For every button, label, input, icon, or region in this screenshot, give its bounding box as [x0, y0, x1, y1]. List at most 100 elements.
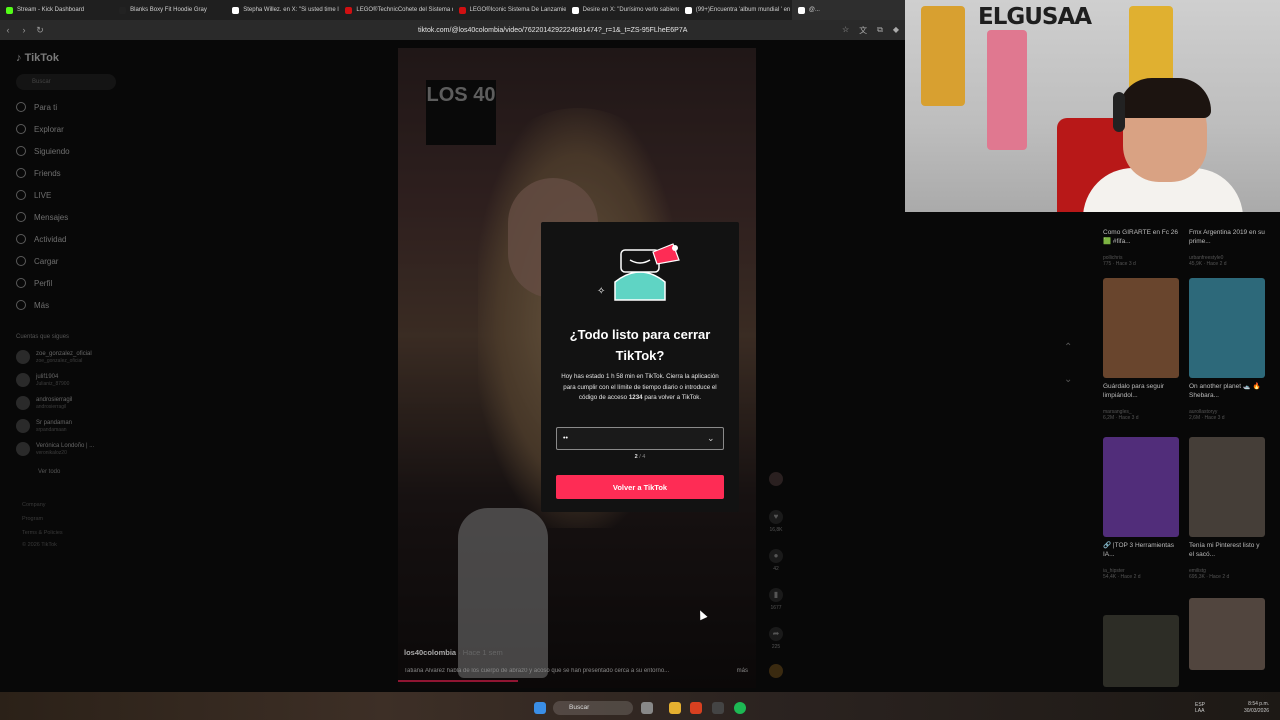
back-to-tiktok-button[interactable]: Volver a TikTok	[556, 475, 724, 499]
bookmark-action[interactable]: ▮ 1677	[766, 588, 786, 611]
shield-icon[interactable]: ◆	[893, 25, 899, 36]
scroll-up-icon[interactable]: ⌃	[1064, 342, 1072, 353]
forward-icon[interactable]: ›	[16, 25, 32, 35]
recommended-video[interactable]: Como GIRARTE en Fc 26 🟩 #fifa... pollichr…	[1103, 224, 1179, 267]
heart-action[interactable]: ♥ 16,8K	[766, 510, 786, 533]
sidebar-item-siguiendo[interactable]: Siguiendo	[16, 146, 70, 156]
video-author-name[interactable]: los40colombia	[404, 648, 456, 657]
brave-icon[interactable]	[690, 702, 702, 714]
taskbar-app-icon[interactable]	[641, 702, 653, 714]
sidebar-item-live[interactable]: LIVE	[16, 190, 51, 200]
share-action[interactable]: ➦ 225	[766, 627, 786, 650]
modal-body: Hoy has estado 1 h 58 min en TikTok. Cie…	[555, 372, 725, 404]
browser-tab[interactable]: Blanks Boxy Fit Hoodie Gray	[113, 0, 226, 20]
recommended-video[interactable]: 🔗 |TOP 3 Herramientas IA... ia_hipster 54,…	[1103, 437, 1179, 580]
browser-tab[interactable]: Stepha Willez. en X: "Si usted time la	[226, 0, 339, 20]
video-thumbnail[interactable]	[1189, 437, 1265, 537]
windows-start-icon[interactable]	[534, 702, 546, 714]
access-code-input[interactable]	[556, 427, 724, 450]
obs-icon[interactable]	[712, 702, 724, 714]
taskbar-language[interactable]: ESP LAA	[1195, 702, 1205, 714]
followed-account[interactable]: zoe_gonzalez_oficial zoe_gonzalez_oficial	[16, 350, 92, 364]
logo-text: TikTok	[24, 52, 59, 64]
sidebar-item-explorar[interactable]: Explorar	[16, 124, 64, 134]
tab-favicon-icon	[684, 6, 692, 14]
footer-link[interactable]: Company	[22, 502, 46, 508]
following-title: Cuentas que sigues	[16, 334, 70, 340]
folder-icon[interactable]	[669, 702, 681, 714]
browser-tab[interactable]: LEGO®TechnicCohete del Sistema d	[339, 0, 453, 20]
poster-left	[921, 6, 965, 106]
recommended-title[interactable]: Como GIRARTE en Fc 26 🟩 #fifa...	[1103, 228, 1179, 255]
scroll-down-icon[interactable]: ⌄	[1064, 374, 1072, 385]
time-limit-modal: ✧ ¿Todo listo para cerrar TikTok? Hoy ha…	[541, 222, 739, 512]
heart-icon[interactable]: ♥	[769, 510, 783, 524]
recommended-meta: 45,9K · Hace 2 d	[1189, 261, 1227, 267]
browser-tab[interactable]: LEGO®Iconic Sistema De Lanzamien	[453, 0, 566, 20]
video-thumbnail[interactable]	[1103, 278, 1179, 378]
video-progress[interactable]	[398, 680, 518, 682]
sidebar-item-label: Cargar	[34, 256, 59, 266]
video-author[interactable]: los40colombia · Hace 1 sem	[404, 648, 503, 657]
sidebar-item-friends[interactable]: Friends	[16, 168, 61, 178]
recommended-title[interactable]: Guárdalo para seguir limpiándol...	[1103, 382, 1179, 409]
taskbar-clock[interactable]: 8:54 p.m. 30/03/2026	[1244, 701, 1269, 715]
bookmark-star-icon[interactable]: ☆	[842, 25, 849, 36]
reload-icon[interactable]: ↻	[32, 25, 48, 36]
translate-icon[interactable]: 文	[859, 25, 867, 36]
extensions-icon[interactable]: ⧉	[877, 25, 883, 36]
sidebar-item-mensajes[interactable]: Mensajes	[16, 212, 68, 222]
sidebar-item-actividad[interactable]: Actividad	[16, 234, 66, 244]
browser-tab[interactable]: Desire en X: "Durísimo verlo sabiend	[566, 0, 679, 20]
recommended-title[interactable]: Fmx Argentina 2019 en su prime...	[1189, 228, 1265, 255]
recommended-title[interactable]: Tenía mi Pinterest listo y el sacó...	[1189, 541, 1265, 568]
recommended-title[interactable]: On another planet 🛥️ 🔥 Shebara...	[1189, 382, 1265, 409]
footer-link[interactable]: Terms & Policies	[22, 530, 63, 536]
recommended-video[interactable]: Guárdalo para seguir limpiándol... marsan…	[1103, 278, 1179, 421]
followed-account[interactable]: androsierragil androsierragil	[16, 396, 72, 410]
tiktok-logo[interactable]: ♪ TikTok	[16, 52, 59, 64]
search-input[interactable]: Buscar	[16, 74, 116, 90]
sidebar-item-label: Friends	[34, 168, 61, 178]
sidebar-item-perfil[interactable]: Perfil	[16, 278, 52, 288]
browser-tab[interactable]: (99+)Encuentra 'album mundial ' en	[679, 0, 792, 20]
sidebar-item-parati[interactable]: Para ti	[16, 102, 57, 112]
tab-label: LEGO®TechnicCohete del Sistema d	[356, 7, 453, 13]
tab-favicon-icon	[571, 6, 579, 14]
video-thumbnail[interactable]	[1189, 278, 1265, 378]
account-handle: veronikaloz20	[36, 449, 67, 456]
back-icon[interactable]: ‹	[0, 25, 16, 35]
followed-account[interactable]: Sr pandaman srpandamaan	[16, 419, 72, 433]
music-disc[interactable]	[766, 664, 786, 681]
video-description: Tatiana Álvarez habla de los cuerpo de a…	[404, 668, 670, 674]
video-thumbnail[interactable]	[1189, 598, 1265, 670]
followed-account[interactable]: Verónica Londoño | ... veronikaloz20	[16, 442, 94, 456]
share-icon[interactable]: ➦	[769, 627, 783, 641]
recommended-title[interactable]: 🔗 |TOP 3 Herramientas IA...	[1103, 541, 1179, 568]
browser-tab[interactable]: @...	[791, 0, 905, 20]
see-all-link[interactable]: Ver todo	[38, 469, 60, 475]
video-thumbnail[interactable]	[1103, 437, 1179, 537]
video-more-link[interactable]: más	[737, 668, 748, 674]
bookmark-icon[interactable]: ▮	[769, 588, 783, 602]
recommended-video[interactable]: On another planet 🛥️ 🔥 Shebara... aurolla…	[1189, 278, 1265, 421]
url-field[interactable]: tiktok.com/@los40colombia/video/76220142…	[418, 27, 687, 34]
sidebar-item-ms[interactable]: Más	[16, 300, 49, 310]
streamer-hair	[1119, 78, 1211, 118]
taskbar-search[interactable]: Buscar	[553, 701, 633, 715]
browser-tab[interactable]: Stream - Kick Dashboard	[0, 0, 113, 20]
footer-link[interactable]: Program	[22, 516, 43, 522]
spotify-icon[interactable]	[734, 702, 746, 714]
recommended-video[interactable]	[1189, 598, 1265, 701]
action-count: 42	[773, 566, 779, 572]
followed-account[interactable]: julif1904 Julianiz_87900	[16, 373, 69, 387]
recommended-video[interactable]: Fmx Argentina 2019 en su prime... urbanfr…	[1189, 224, 1265, 267]
recommended-video[interactable]: Tenía mi Pinterest listo y el sacó... emi…	[1189, 437, 1265, 580]
sidebar-item-cargar[interactable]: Cargar	[16, 256, 58, 266]
comment-action[interactable]: ● 42	[766, 549, 786, 572]
author-avatar[interactable]	[766, 472, 786, 489]
comment-icon[interactable]: ●	[769, 549, 783, 563]
video-thumbnail[interactable]	[1103, 615, 1179, 687]
live-icon	[16, 190, 26, 200]
chevron-down-icon[interactable]: ⌄	[707, 433, 715, 444]
